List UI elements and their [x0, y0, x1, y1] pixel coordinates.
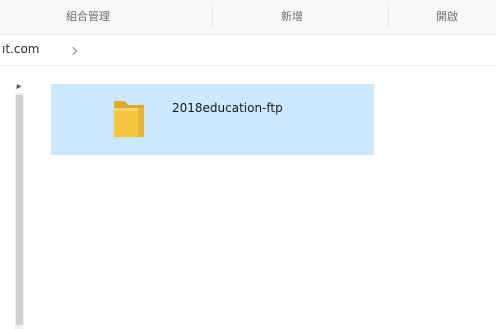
scrollbar-thumb[interactable]: [16, 95, 23, 325]
folder-name[interactable]: 2018education-ftp: [172, 101, 283, 115]
scroll-up-icon[interactable]: [14, 82, 22, 90]
address-bar[interactable]: ıt.com: [0, 35, 496, 66]
ribbon-group-new: 新增: [281, 10, 303, 23]
folder-icon: [114, 101, 144, 137]
ribbon-separator: [212, 6, 213, 28]
breadcrumb-segment[interactable]: ıt.com: [2, 42, 39, 56]
file-list: 2018education-ftp: [28, 66, 496, 329]
ribbon-group-open: 開啟: [436, 10, 458, 23]
folder-item[interactable]: 2018education-ftp: [51, 84, 374, 155]
ribbon-group-organize: 組合管理: [66, 10, 110, 23]
ribbon: 組合管理 新增 開啟: [0, 0, 496, 35]
ribbon-separator: [388, 6, 389, 28]
chevron-right-icon[interactable]: [68, 46, 78, 56]
